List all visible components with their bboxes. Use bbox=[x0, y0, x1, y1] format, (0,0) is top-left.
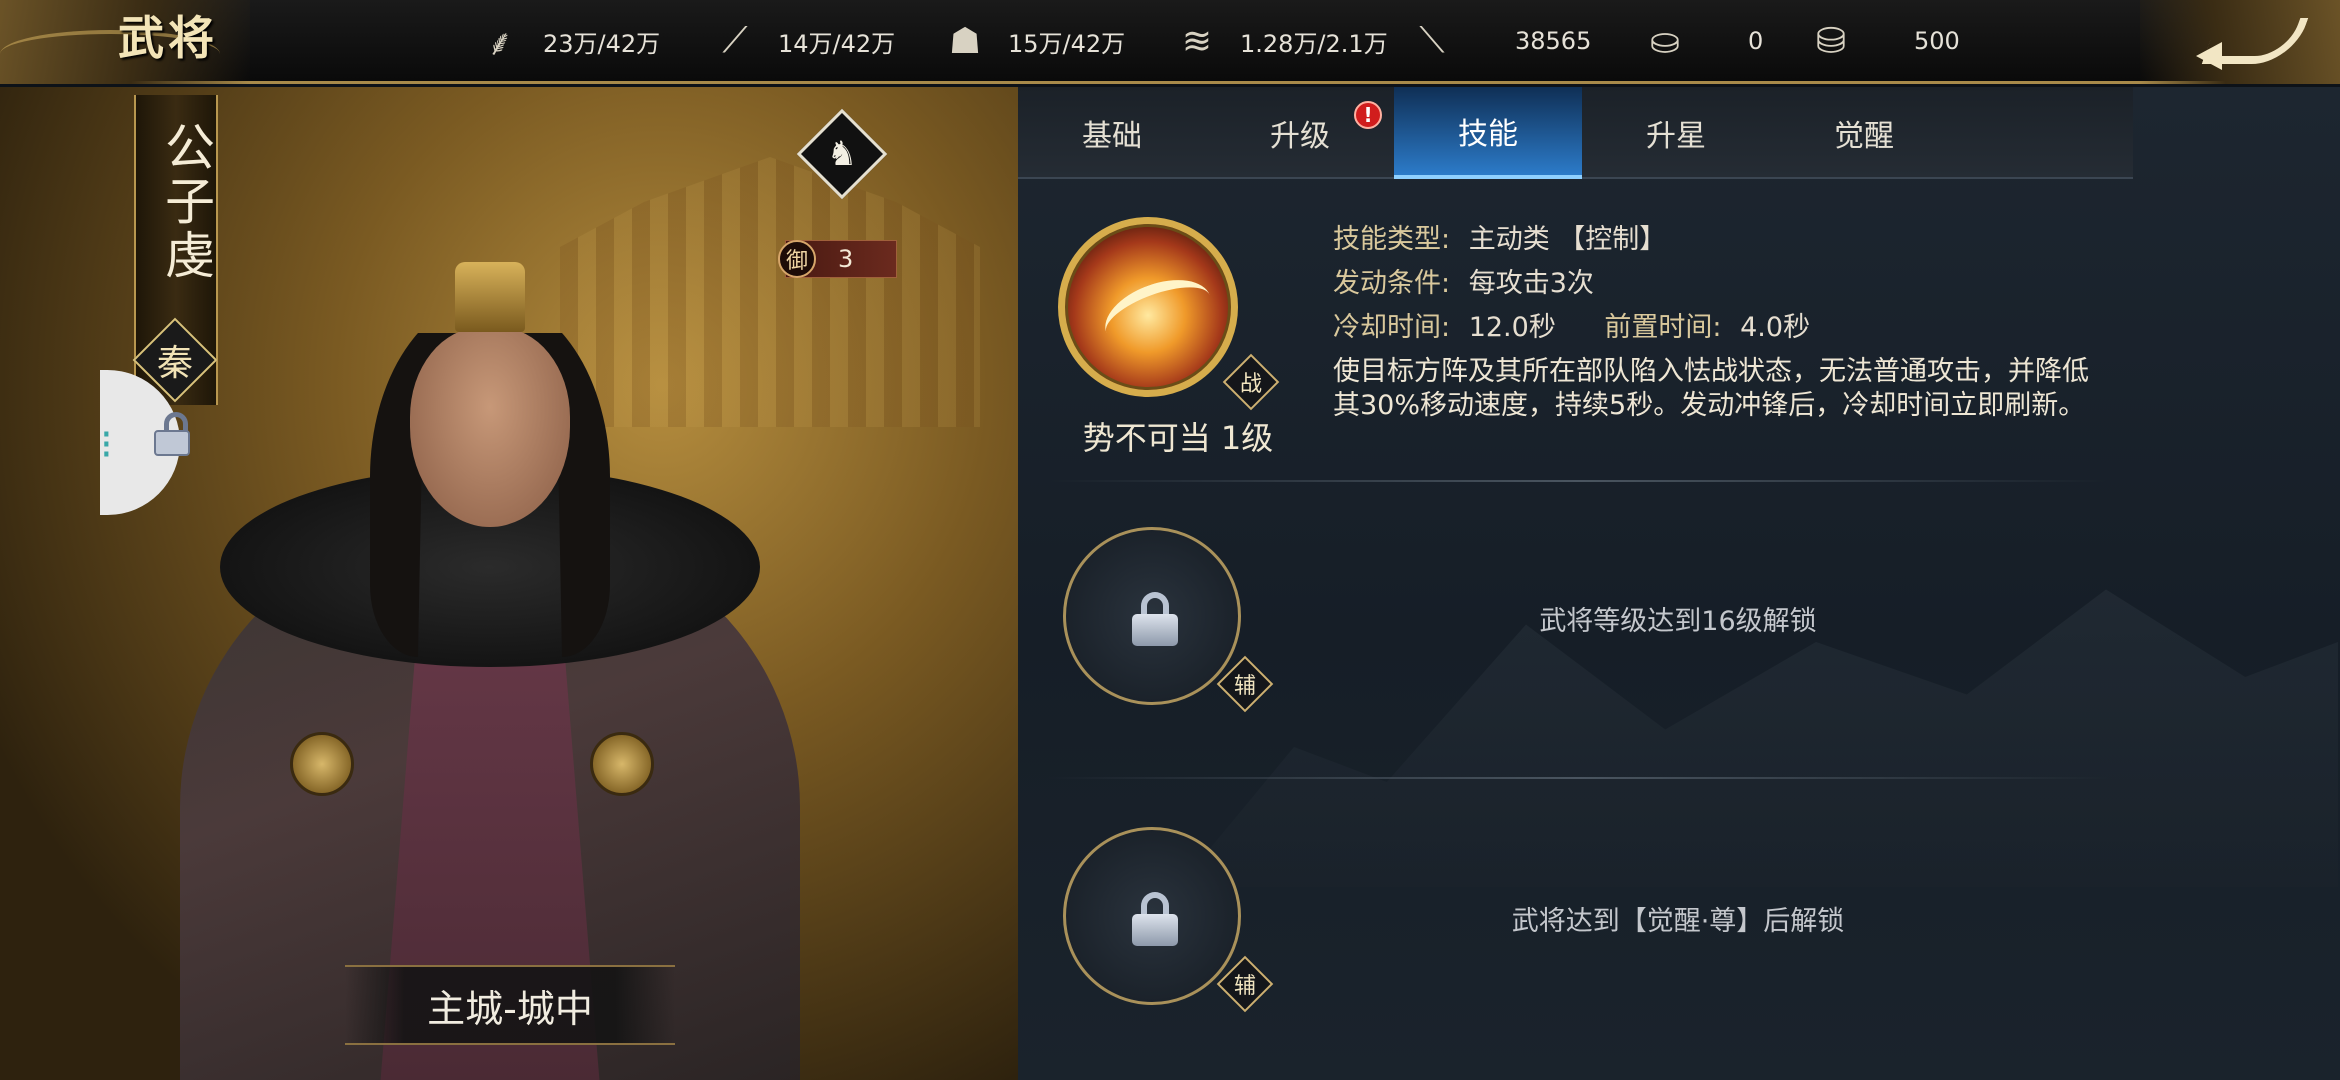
flame-icon bbox=[1096, 266, 1220, 362]
tab-upgrade-label: 升级 bbox=[1270, 119, 1330, 154]
lock-icon bbox=[1132, 892, 1178, 946]
skill-cooldown-line: 冷却时间: 12.0秒 前置时间: 4.0秒 bbox=[1333, 305, 1810, 344]
lock-icon bbox=[1132, 592, 1178, 646]
skill-precast-label: 前置时间: bbox=[1604, 312, 1722, 343]
defense-value: 3 bbox=[838, 245, 854, 273]
page-title: 武将 bbox=[118, 11, 218, 65]
unlock-icon[interactable] bbox=[150, 412, 194, 460]
skill-trigger-label: 发动条件: bbox=[1333, 268, 1451, 299]
copper-icon: ⟍ bbox=[1419, 20, 1445, 61]
grain-icon: ⸙ bbox=[486, 22, 514, 64]
hero-shoulder-medal-right bbox=[590, 732, 654, 796]
hero-crown bbox=[455, 262, 525, 332]
resource-stone-value: 15万/42万 bbox=[1008, 29, 1126, 58]
locked-skill-row-2: 辅 武将达到【觉醒·尊】后解锁 bbox=[1018, 827, 2133, 1047]
hero-name: 公子虔 bbox=[157, 121, 215, 283]
divider bbox=[1048, 777, 2108, 779]
locked-skill-slot[interactable] bbox=[1063, 527, 1241, 705]
skill-description: 使目标方阵及其所在部队陷入怯战状态，无法普通攻击，并降低其30%移动速度，持续5… bbox=[1333, 356, 2089, 421]
resource-iron[interactable]: ≋ 1.28万/2.1万 bbox=[1172, 16, 1388, 66]
back-button[interactable] bbox=[2140, 0, 2340, 84]
skill-trigger-value: 每攻击3次 bbox=[1468, 268, 1594, 299]
hero-tabs: 基础 升级 ! 技能 升星 觉醒 bbox=[1018, 87, 2133, 179]
resource-grain[interactable]: ⸙ 23万/42万 bbox=[475, 16, 660, 66]
skill-tag-badge: 战 bbox=[1222, 353, 1280, 411]
skill-precast-value: 4.0秒 bbox=[1740, 312, 1811, 343]
divider bbox=[1048, 480, 2108, 482]
skill-type-value: 主动类 【控制】 bbox=[1468, 224, 1667, 255]
tab-star-label: 升星 bbox=[1646, 119, 1706, 154]
resource-copper-value: 38565 bbox=[1515, 27, 1592, 55]
resource-gold[interactable]: ⛀ 0 bbox=[1640, 16, 1763, 66]
skill-name-level: 势不可当 1级 bbox=[1082, 419, 1274, 457]
resource-grain-value: 23万/42万 bbox=[543, 29, 661, 58]
resource-wood-value: 14万/42万 bbox=[778, 29, 896, 58]
unlock-requirement: 武将等级达到16级解锁 bbox=[1539, 606, 1817, 637]
skill-tag-label: 辅 bbox=[1233, 674, 1256, 699]
resource-gold-value: 0 bbox=[1748, 27, 1764, 55]
resource-wood[interactable]: ⟋ 14万/42万 bbox=[710, 16, 895, 66]
iron-icon: ≋ bbox=[1181, 20, 1213, 62]
tab-basic[interactable]: 基础 bbox=[1018, 87, 1206, 179]
skill-icon[interactable] bbox=[1058, 217, 1238, 397]
back-arrowhead-icon bbox=[2196, 42, 2222, 70]
resource-silver-value: 500 bbox=[1914, 27, 1960, 55]
resource-silver[interactable]: ⛁ 500 bbox=[1806, 16, 1960, 66]
resource-copper[interactable]: ⟍ 38565 bbox=[1407, 16, 1591, 66]
wood-icon: ⟋ bbox=[722, 20, 748, 61]
skill-cooldown-value: 12.0秒 bbox=[1468, 312, 1556, 343]
gold-ingot-icon: ⛀ bbox=[1649, 20, 1681, 62]
hero-shoulder-medal-left bbox=[290, 732, 354, 796]
tab-star[interactable]: 升星 bbox=[1582, 87, 1770, 179]
hero-face bbox=[410, 327, 570, 527]
tab-skills[interactable]: 技能 bbox=[1394, 87, 1582, 179]
skill-tag-label: 辅 bbox=[1233, 974, 1256, 999]
silver-ingot-icon: ⛁ bbox=[1815, 20, 1847, 62]
skill-panel: 基础 升级 ! 技能 升星 觉醒 战 势不可当 1级 技能类型: 主动类 【控制… bbox=[1018, 87, 2340, 1080]
tab-awaken-label: 觉醒 bbox=[1834, 119, 1894, 154]
tab-basic-label: 基础 bbox=[1082, 119, 1142, 154]
alert-badge-icon: ! bbox=[1354, 101, 1382, 129]
skill-type-label: 技能类型: bbox=[1333, 224, 1451, 255]
skill-cooldown-label: 冷却时间: bbox=[1333, 312, 1451, 343]
horse-icon: ♞ bbox=[826, 134, 858, 174]
tab-awaken[interactable]: 觉醒 bbox=[1770, 87, 1958, 179]
active-skill-row: 战 势不可当 1级 技能类型: 主动类 【控制】 发动条件: 每攻击3次 冷却时… bbox=[1018, 217, 2133, 557]
resource-stone[interactable]: ☗ 15万/42万 bbox=[940, 16, 1125, 66]
tab-upgrade[interactable]: 升级 ! bbox=[1206, 87, 1394, 179]
skill-type-line: 技能类型: 主动类 【控制】 bbox=[1333, 217, 1666, 256]
skill-trigger-line: 发动条件: 每攻击3次 bbox=[1333, 261, 1594, 300]
locked-skill-row-1: 辅 武将等级达到16级解锁 bbox=[1018, 527, 2133, 747]
resource-iron-value: 1.28万/2.1万 bbox=[1240, 29, 1388, 58]
hero-figure bbox=[180, 167, 800, 1080]
defense-badge: 御 3 bbox=[778, 240, 897, 278]
hero-location: 主城-城中 bbox=[345, 965, 675, 1045]
title-emblem: 武将 bbox=[0, 0, 250, 84]
faction-label: 秦 bbox=[156, 343, 193, 384]
stone-icon: ☗ bbox=[948, 20, 982, 62]
unlock-requirement: 武将达到【觉醒·尊】后解锁 bbox=[1511, 906, 1845, 937]
drawer-handle-icon: ⁝ bbox=[100, 422, 113, 468]
locked-skill-slot[interactable] bbox=[1063, 827, 1241, 1005]
defense-label: 御 bbox=[778, 240, 816, 278]
tab-skills-label: 技能 bbox=[1458, 117, 1518, 152]
skill-tag-label: 战 bbox=[1239, 372, 1262, 397]
top-bar: 武将 ⸙ 23万/42万 ⟋ 14万/42万 ☗ 15万/42万 ≋ 1.28万… bbox=[0, 0, 2340, 84]
